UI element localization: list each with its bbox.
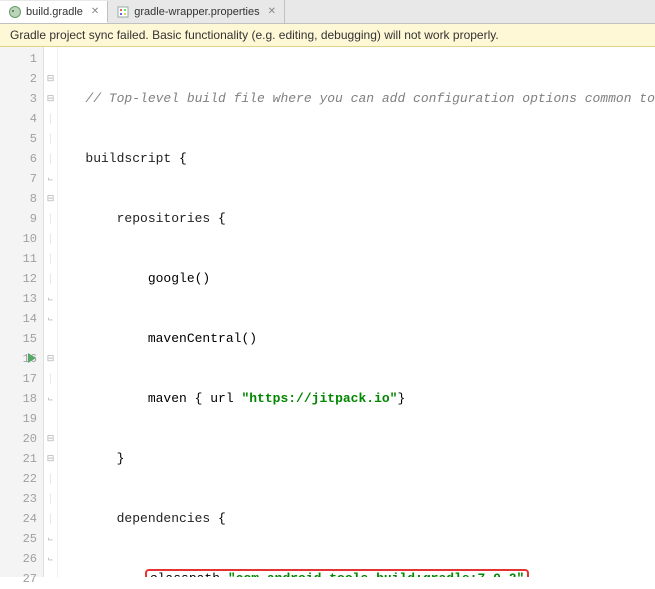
- fold-toggle-icon[interactable]: [44, 349, 57, 369]
- line-number: 17: [0, 369, 43, 389]
- line-number: 19: [0, 409, 43, 429]
- line-number: 2: [0, 69, 43, 89]
- line-number: 18: [0, 389, 43, 409]
- sync-warning-bar: Gradle project sync failed. Basic functi…: [0, 24, 655, 47]
- classpath-highlight: classpath "com.android.tools.build:gradl…: [145, 569, 529, 577]
- close-icon[interactable]: ✕: [268, 6, 276, 17]
- line-number: 20: [0, 429, 43, 449]
- code-area[interactable]: // Top-level build file where you can ad…: [58, 47, 655, 577]
- line-number: 5: [0, 129, 43, 149]
- fold-column: [44, 47, 58, 577]
- line-number: 12: [0, 269, 43, 289]
- run-gutter-icon[interactable]: [28, 353, 36, 363]
- fold-toggle-icon[interactable]: [44, 69, 57, 89]
- code-line: // Top-level build file where you can ad…: [58, 89, 655, 109]
- code-line: buildscript {: [58, 149, 655, 169]
- line-number: 1: [0, 49, 43, 69]
- line-number: 25: [0, 529, 43, 549]
- line-number: 27: [0, 569, 43, 589]
- line-number: 24: [0, 509, 43, 529]
- code-line: google(): [58, 269, 655, 289]
- tab-label: build.gradle: [26, 6, 83, 18]
- line-number: 16: [0, 349, 43, 369]
- fold-toggle-icon[interactable]: [44, 429, 57, 449]
- line-number: 23: [0, 489, 43, 509]
- code-editor[interactable]: 1 2 3 4 5 6 7 8 9 10 11 12 13 14 15 16 1…: [0, 47, 655, 577]
- line-number: 13: [0, 289, 43, 309]
- editor-tabs: build.gradle ✕ gradle-wrapper.properties…: [0, 0, 655, 24]
- fold-toggle-icon[interactable]: [44, 89, 57, 109]
- tab-gradle-wrapper-properties[interactable]: gradle-wrapper.properties ✕: [108, 0, 285, 23]
- line-number: 22: [0, 469, 43, 489]
- line-number: 8: [0, 189, 43, 209]
- gradle-elephant-icon: [8, 5, 22, 19]
- code-line: repositories {: [58, 209, 655, 229]
- line-number: 4: [0, 109, 43, 129]
- code-line: dependencies {: [58, 509, 655, 529]
- code-line: }: [58, 449, 655, 469]
- line-number: 3: [0, 89, 43, 109]
- tab-build-gradle[interactable]: build.gradle ✕: [0, 1, 108, 23]
- line-number: 6: [0, 149, 43, 169]
- close-icon[interactable]: ✕: [91, 6, 99, 17]
- line-number: 14: [0, 309, 43, 329]
- properties-icon: [116, 5, 130, 19]
- fold-toggle-icon[interactable]: [44, 189, 57, 209]
- line-number: 21: [0, 449, 43, 469]
- code-line: classpath "com.android.tools.build:gradl…: [58, 569, 655, 577]
- warning-text: Gradle project sync failed. Basic functi…: [10, 28, 499, 42]
- line-number: 7: [0, 169, 43, 189]
- line-number-gutter: 1 2 3 4 5 6 7 8 9 10 11 12 13 14 15 16 1…: [0, 47, 44, 577]
- tab-label: gradle-wrapper.properties: [134, 6, 259, 18]
- line-number: 9: [0, 209, 43, 229]
- fold-toggle-icon[interactable]: [44, 449, 57, 469]
- line-number: 11: [0, 249, 43, 269]
- line-number: 26: [0, 549, 43, 569]
- line-number: 10: [0, 229, 43, 249]
- code-line: maven { url "https://jitpack.io"}: [58, 389, 655, 409]
- line-number: 15: [0, 329, 43, 349]
- code-line: mavenCentral(): [58, 329, 655, 349]
